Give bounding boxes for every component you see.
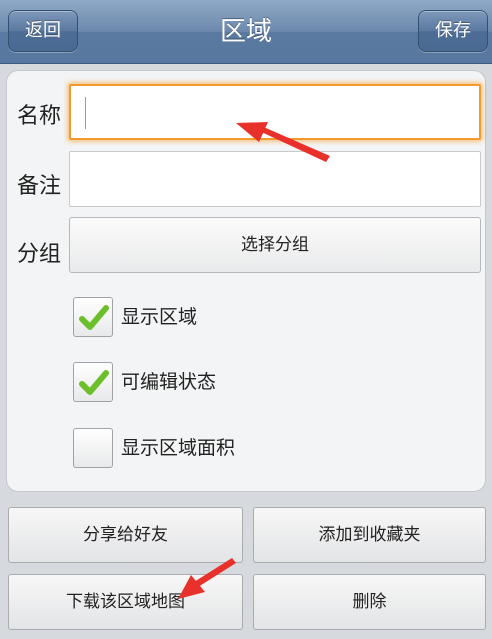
checkbox[interactable] [73, 297, 113, 337]
name-label: 名称 [17, 104, 62, 129]
note-label: 备注 [17, 174, 62, 199]
checkbox[interactable] [73, 362, 113, 402]
navigation-bar: 返回 区域 保存 [0, 0, 492, 64]
option-label: 可编辑状态 [121, 371, 217, 393]
option-label: 显示区域面积 [121, 437, 236, 459]
checkmark-icon [79, 370, 109, 395]
form-panel: 名称 备注 分组 选择分组 显示区域 可编辑状态 显示区域面积 [6, 70, 486, 492]
option-label: 显示区域 [121, 306, 198, 328]
text-caret [85, 97, 86, 129]
checkbox[interactable] [73, 428, 113, 468]
share-button[interactable]: 分享给好友 [8, 507, 243, 563]
screen: 返回 区域 保存 名称 备注 分组 选择分组 显示区域 可编辑状态 显示区域面积… [0, 0, 492, 639]
save-button[interactable]: 保存 [418, 10, 488, 52]
note-input[interactable] [69, 151, 481, 207]
checkmark-icon [79, 305, 109, 330]
name-input[interactable] [69, 84, 481, 140]
add-favorite-button[interactable]: 添加到收藏夹 [253, 507, 486, 563]
select-group-button[interactable]: 选择分组 [69, 217, 481, 273]
group-label: 分组 [17, 242, 62, 267]
download-map-button[interactable]: 下载该区域地图 [8, 574, 243, 630]
delete-button[interactable]: 删除 [253, 574, 486, 630]
